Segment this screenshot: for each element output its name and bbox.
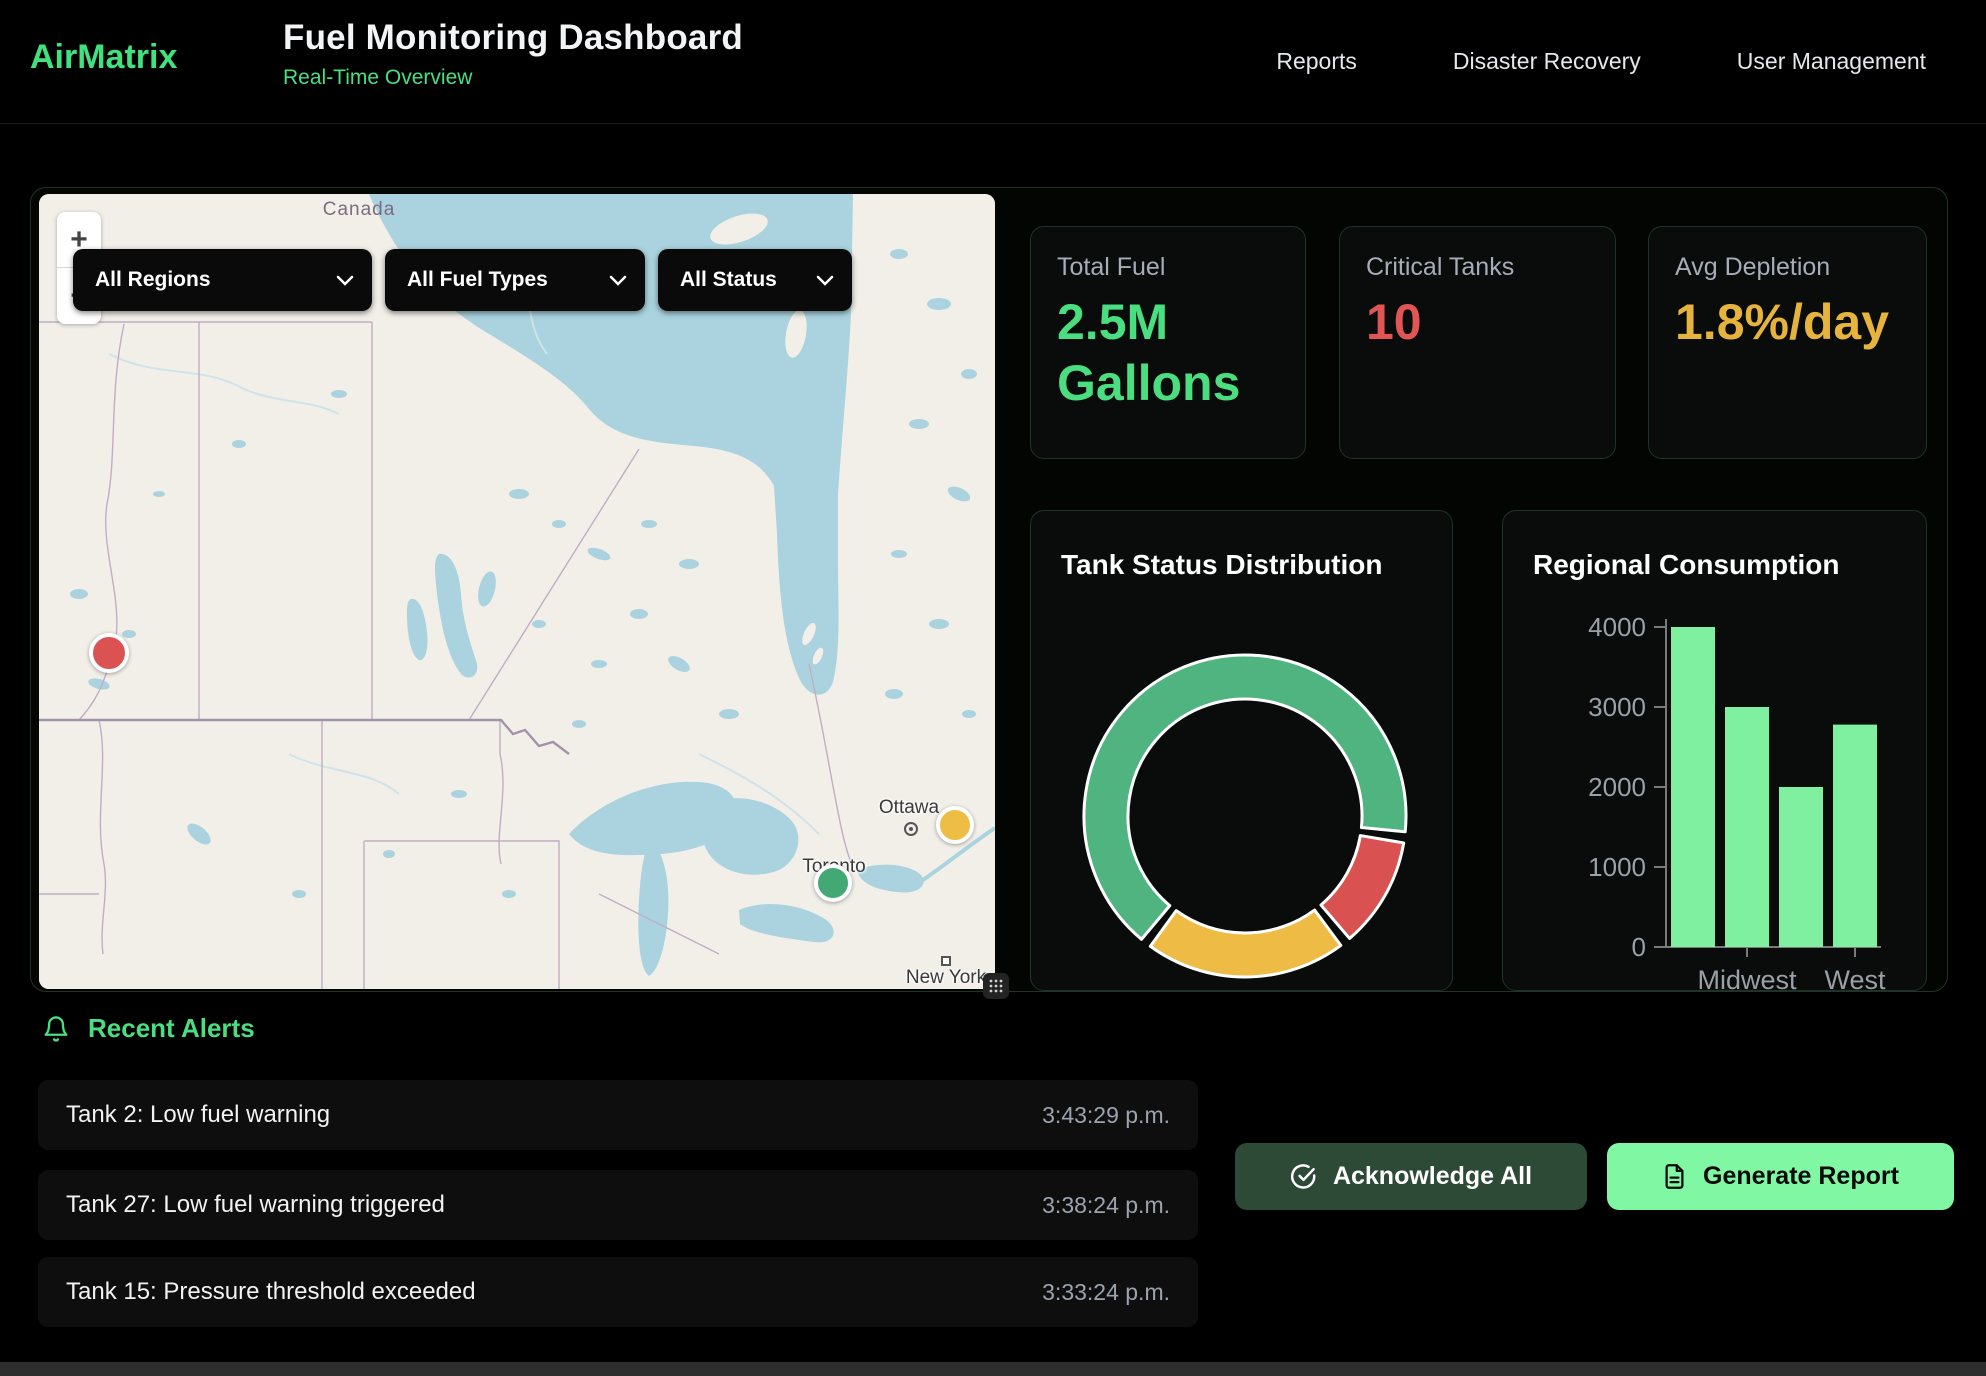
recent-alerts-title: Recent Alerts: [88, 1013, 255, 1044]
tank-status-title: Tank Status Distribution: [1061, 549, 1383, 581]
donut-slice-warning: [1150, 910, 1340, 977]
dashboard-panel: Canada Ottawa Toronto New York + − All R…: [30, 187, 1948, 992]
alert-text: Tank 2: Low fuel warning: [66, 1101, 330, 1129]
map-resize-handle-icon[interactable]: [983, 973, 1009, 999]
x-axis-tick-label: West: [1824, 965, 1886, 992]
nav-disaster-recovery[interactable]: Disaster Recovery: [1453, 48, 1641, 75]
acknowledge-all-button[interactable]: Acknowledge All: [1235, 1143, 1587, 1210]
bell-icon: [42, 1014, 70, 1044]
chevron-down-icon: [336, 275, 354, 286]
recent-alerts-header: Recent Alerts: [42, 1013, 255, 1044]
stat-card-critical-tanks: Critical Tanks 10: [1339, 226, 1616, 459]
top-nav: Reports Disaster Recovery User Managemen…: [1276, 0, 1926, 123]
map-label-ottawa: Ottawa: [879, 797, 939, 819]
chevron-down-icon: [816, 275, 834, 286]
stat-value-critical-tanks: 10: [1366, 292, 1589, 353]
y-axis-tick-label: 2000: [1588, 772, 1646, 802]
fuel-type-filter-value: All Fuel Types: [407, 268, 548, 292]
page-title: Fuel Monitoring Dashboard: [283, 18, 743, 58]
alert-row[interactable]: Tank 27: Low fuel warning triggered 3:38…: [38, 1170, 1198, 1240]
stat-card-avg-depletion: Avg Depletion 1.8%/day: [1648, 226, 1927, 459]
title-block: Fuel Monitoring Dashboard Real-Time Over…: [283, 18, 743, 90]
alert-row[interactable]: Tank 2: Low fuel warning 3:43:29 p.m.: [38, 1080, 1198, 1150]
app-header: AirMatrix Fuel Monitoring Dashboard Real…: [0, 0, 1986, 124]
donut-slice-critical: [1321, 836, 1404, 939]
document-icon: [1662, 1163, 1687, 1190]
chevron-down-icon: [609, 275, 627, 286]
generate-report-button[interactable]: Generate Report: [1607, 1143, 1954, 1210]
acknowledge-all-label: Acknowledge All: [1333, 1162, 1532, 1191]
y-axis-tick-label: 1000: [1588, 852, 1646, 882]
status-filter-dropdown[interactable]: All Status: [658, 249, 852, 311]
nav-reports[interactable]: Reports: [1276, 48, 1357, 75]
stat-label: Critical Tanks: [1366, 253, 1589, 282]
check-circle-icon: [1290, 1163, 1317, 1190]
stat-value-total-fuel: 2.5M Gallons: [1057, 292, 1279, 414]
map-label-canada: Canada: [323, 199, 396, 221]
y-axis-tick-label: 3000: [1588, 692, 1646, 722]
region-filter-value: All Regions: [95, 268, 211, 292]
tank-status-donut-chart: [1077, 648, 1413, 984]
alert-timestamp: 3:43:29 p.m.: [1042, 1102, 1170, 1129]
bar-1: [1725, 707, 1769, 947]
fuel-type-filter-dropdown[interactable]: All Fuel Types: [385, 249, 645, 311]
alert-timestamp: 3:33:24 p.m.: [1042, 1279, 1170, 1306]
status-filter-value: All Status: [680, 268, 777, 292]
y-axis-tick-label: 0: [1632, 932, 1646, 962]
y-axis-tick-label: 4000: [1588, 612, 1646, 642]
nav-user-management[interactable]: User Management: [1737, 48, 1926, 75]
tank-marker-warning[interactable]: [936, 806, 974, 844]
alert-text: Tank 27: Low fuel warning triggered: [66, 1191, 445, 1219]
stat-card-total-fuel: Total Fuel 2.5M Gallons: [1030, 226, 1306, 459]
map-label-new-york: New York: [906, 967, 986, 989]
bar-0: [1671, 627, 1715, 947]
stat-value-avg-depletion: 1.8%/day: [1675, 292, 1900, 353]
tank-status-card: Tank Status Distribution: [1030, 510, 1453, 991]
tank-marker-critical[interactable]: [89, 633, 129, 673]
tank-map[interactable]: Canada Ottawa Toronto New York + − All R…: [39, 194, 995, 989]
alert-row[interactable]: Tank 15: Pressure threshold exceeded 3:3…: [38, 1257, 1198, 1327]
bar-2: [1779, 787, 1823, 947]
regional-consumption-bar-chart: 0 1000 2000 3000 4000 Midwest West: [1503, 511, 1928, 992]
map-filters: All Regions All Fuel Types All Status: [73, 249, 852, 311]
page-subtitle: Real-Time Overview: [283, 66, 743, 90]
app-logo: AirMatrix: [30, 38, 177, 77]
regional-consumption-card: Regional Consumption 01000200030004000Mi…: [1502, 510, 1927, 991]
stat-label: Total Fuel: [1057, 253, 1279, 282]
tank-marker-normal[interactable]: [814, 864, 852, 902]
generate-report-label: Generate Report: [1703, 1162, 1899, 1191]
x-axis-tick-label: Midwest: [1697, 965, 1797, 992]
bottom-bar: [0, 1362, 1986, 1376]
alert-timestamp: 3:38:24 p.m.: [1042, 1192, 1170, 1219]
stat-label: Avg Depletion: [1675, 253, 1900, 282]
bar-3: [1833, 725, 1877, 947]
alert-text: Tank 15: Pressure threshold exceeded: [66, 1278, 476, 1306]
region-filter-dropdown[interactable]: All Regions: [73, 249, 372, 311]
